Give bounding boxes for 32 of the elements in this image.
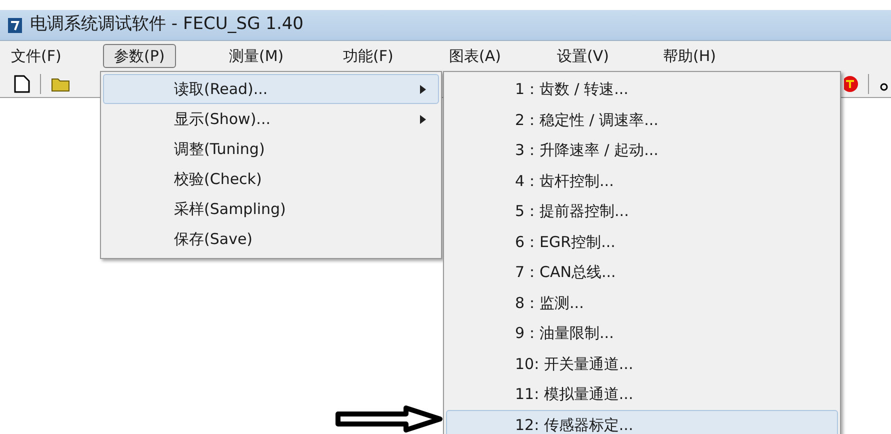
menu-item[interactable]: 参数(P) (103, 44, 176, 68)
stop-icon[interactable] (844, 74, 858, 92)
window-title: 电调系统调试软件 - FECU_SG 1.40 (30, 13, 304, 36)
menu-option[interactable]: 校验(Check) (103, 164, 439, 194)
menu-option[interactable]: 11: 模拟量通道... (446, 379, 838, 410)
submenu-arrow-icon (420, 84, 426, 94)
menu-option[interactable]: 8：监测... (446, 288, 838, 318)
menu-option[interactable]: 5：提前器控制... (446, 196, 838, 226)
folder-icon[interactable] (51, 76, 71, 92)
new-document-icon[interactable] (14, 74, 30, 92)
submenu-arrow-icon (420, 114, 426, 124)
menu-option[interactable]: 1：齿数 / 转速... (446, 74, 838, 104)
menu-option[interactable]: 7：CAN总线... (446, 257, 838, 288)
menu-option[interactable]: 3：升降速率 / 起动... (446, 135, 838, 166)
menu-option[interactable]: 读取(Read)... (103, 74, 439, 104)
menu-item[interactable]: 文件(F) (0, 44, 72, 68)
menu-option[interactable]: 12: 传感器标定... (446, 410, 838, 434)
menu-option[interactable]: 9：油量限制... (446, 318, 838, 348)
menu-option[interactable]: 2：稳定性 / 调速率... (446, 104, 838, 135)
menu-option[interactable]: 保存(Save) (103, 224, 439, 254)
menu-item[interactable]: 图表(A) (438, 44, 512, 68)
menu-option[interactable]: 显示(Show)... (103, 104, 439, 134)
app-icon (8, 16, 24, 34)
menu-option[interactable]: 采样(Sampling) (103, 194, 439, 224)
menu-option[interactable]: 调整(Tuning) (103, 134, 439, 164)
menu-item[interactable]: 功能(F) (332, 44, 404, 68)
menu-item[interactable]: 测量(M) (218, 44, 295, 68)
menu-item[interactable]: 帮助(H) (652, 44, 727, 68)
menu-option[interactable]: 10: 开关量通道... (446, 348, 838, 379)
menu-option[interactable]: 4：齿杆控制... (446, 166, 838, 196)
menu-option[interactable]: 6：EGR控制... (446, 226, 838, 257)
menu-item[interactable]: 设置(V) (546, 44, 620, 68)
